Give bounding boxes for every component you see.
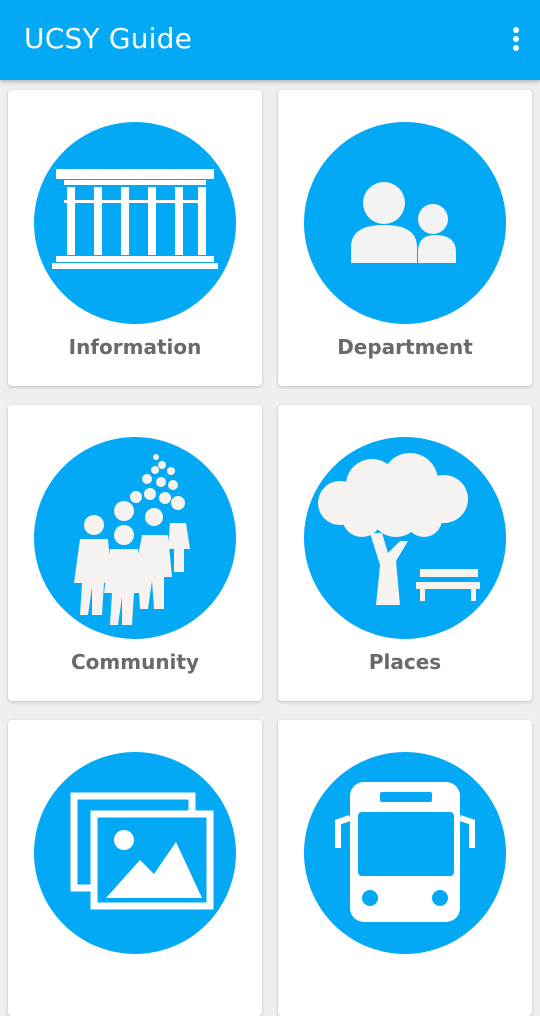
menu-grid: Information Department Community Places xyxy=(0,80,540,1016)
crowd-icon xyxy=(34,437,236,639)
app-bar: UCSY Guide xyxy=(0,0,540,80)
overflow-menu-icon[interactable] xyxy=(508,24,524,56)
people-icon xyxy=(304,122,506,324)
card-places[interactable]: Places xyxy=(278,405,532,701)
card-gallery[interactable] xyxy=(8,720,262,1016)
gallery-photos-icon xyxy=(34,752,236,954)
card-transport[interactable] xyxy=(278,720,532,1016)
card-label: Community xyxy=(70,650,200,674)
card-label: Places xyxy=(368,650,442,674)
card-information[interactable]: Information xyxy=(8,90,262,386)
card-label: Information xyxy=(68,335,202,359)
card-department[interactable]: Department xyxy=(278,90,532,386)
tree-bench-icon xyxy=(304,437,506,639)
card-community[interactable]: Community xyxy=(8,405,262,701)
bus-icon xyxy=(304,752,506,954)
card-label: Department xyxy=(337,335,473,359)
app-title: UCSY Guide xyxy=(24,22,193,55)
building-columns-icon xyxy=(34,122,236,324)
